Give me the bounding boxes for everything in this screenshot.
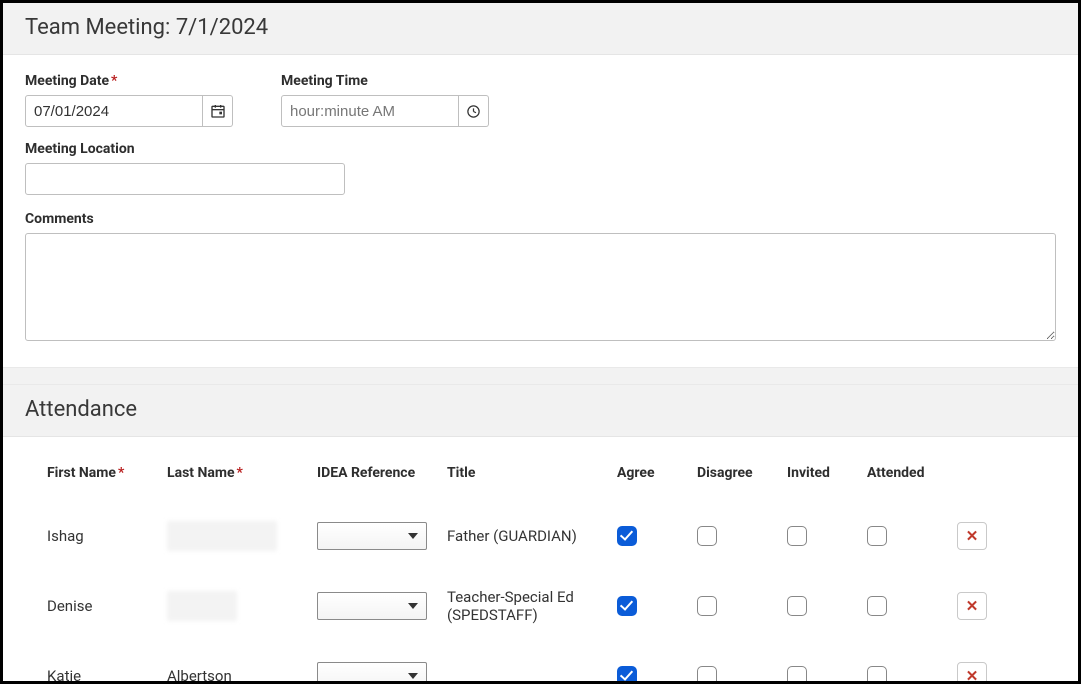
disagree-checkbox[interactable] (697, 596, 717, 616)
meeting-location-field: Meeting Location (25, 141, 1056, 195)
calendar-picker-button[interactable] (203, 95, 233, 127)
attendance-section-header: Attendance (3, 385, 1078, 437)
agree-checkbox[interactable] (617, 596, 637, 616)
meeting-location-label: Meeting Location (25, 141, 1056, 157)
attendance-row: Ishag Father (GUARDIAN) ✕ (47, 501, 1034, 571)
col-first-name: First Name* (47, 465, 167, 481)
meeting-title: Team Meeting: 7/1/2024 (25, 15, 1056, 40)
meeting-time-field: Meeting Time (281, 73, 489, 127)
meeting-section-header: Team Meeting: 7/1/2024 (3, 3, 1078, 55)
col-idea-ref: IDEA Reference (317, 465, 447, 481)
delete-row-button[interactable]: ✕ (957, 662, 987, 684)
invited-checkbox[interactable] (787, 596, 807, 616)
invited-checkbox[interactable] (787, 666, 807, 684)
idea-ref-select[interactable] (317, 522, 427, 550)
redacted-last-name (167, 591, 237, 621)
col-attended: Attended (867, 465, 957, 481)
redacted-last-name (167, 521, 277, 551)
first-name-cell: Katie (47, 661, 167, 684)
meeting-location-input[interactable] (25, 163, 345, 195)
col-agree: Agree (617, 465, 697, 481)
close-icon: ✕ (966, 529, 979, 544)
last-name-cell (167, 591, 317, 621)
idea-ref-select[interactable] (317, 662, 427, 684)
attendance-row: Denise Teacher-Special Ed (SPEDSTAFF) ✕ (47, 571, 1034, 641)
col-title: Title (447, 465, 617, 481)
comments-field: Comments (25, 211, 1056, 345)
attendance-header-row: First Name* Last Name* IDEA Reference Ti… (47, 465, 1034, 481)
disagree-checkbox[interactable] (697, 666, 717, 684)
close-icon: ✕ (966, 599, 979, 614)
time-picker-button[interactable] (459, 95, 489, 127)
app-frame: Team Meeting: 7/1/2024 Meeting Date* (0, 0, 1081, 684)
invited-checkbox[interactable] (787, 526, 807, 546)
section-gap (3, 367, 1078, 385)
delete-row-button[interactable]: ✕ (957, 522, 987, 550)
idea-ref-cell (317, 662, 447, 684)
attended-checkbox[interactable] (867, 666, 887, 684)
agree-checkbox[interactable] (617, 526, 637, 546)
meeting-date-label: Meeting Date* (25, 73, 233, 89)
col-invited: Invited (787, 465, 867, 481)
first-name-cell: Denise (47, 591, 167, 621)
idea-ref-cell (317, 522, 447, 550)
attendance-table: First Name* Last Name* IDEA Reference Ti… (3, 437, 1078, 684)
agree-checkbox[interactable] (617, 666, 637, 684)
meeting-date-input[interactable] (25, 95, 203, 127)
disagree-checkbox[interactable] (697, 526, 717, 546)
delete-row-button[interactable]: ✕ (957, 592, 987, 620)
attended-checkbox[interactable] (867, 526, 887, 546)
comments-label: Comments (25, 211, 1056, 227)
last-name-cell: Albertson (167, 661, 317, 684)
meeting-form: Meeting Date* (3, 55, 1078, 367)
attendance-title: Attendance (25, 397, 1056, 422)
col-last-name: Last Name* (167, 465, 317, 481)
title-cell: Teacher-Special Ed (SPEDSTAFF) (447, 588, 617, 624)
last-name-cell (167, 521, 317, 551)
idea-ref-select[interactable] (317, 592, 427, 620)
close-icon: ✕ (966, 669, 979, 684)
clock-icon (466, 104, 481, 119)
meeting-time-label: Meeting Time (281, 73, 489, 89)
meeting-date-field: Meeting Date* (25, 73, 233, 127)
col-disagree: Disagree (697, 465, 787, 481)
title-cell: Father (GUARDIAN) (447, 527, 617, 545)
meeting-time-input[interactable] (281, 95, 459, 127)
attendance-row: Katie Albertson ✕ (47, 641, 1034, 684)
attended-checkbox[interactable] (867, 596, 887, 616)
first-name-cell: Ishag (47, 521, 167, 551)
idea-ref-cell (317, 592, 447, 620)
calendar-icon (210, 103, 226, 119)
comments-textarea[interactable] (25, 233, 1056, 341)
